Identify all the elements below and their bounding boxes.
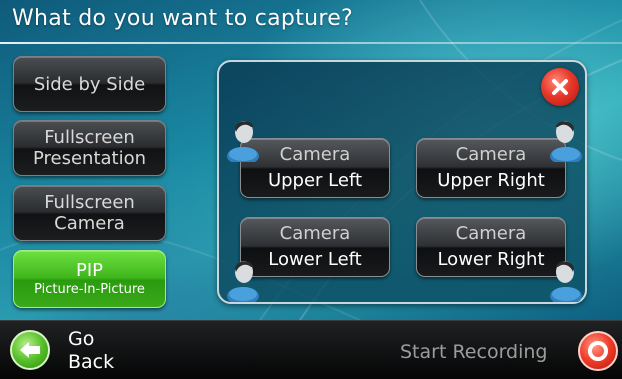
- pip-position-label: Upper Right: [437, 170, 545, 191]
- start-recording-label[interactable]: Start Recording: [400, 341, 547, 363]
- go-back-label[interactable]: Go Back: [68, 328, 114, 374]
- person-icon: [550, 261, 582, 302]
- pip-upper-left-button[interactable]: Camera Upper Left: [240, 138, 390, 198]
- close-button[interactable]: [541, 68, 579, 106]
- mode-pip-button[interactable]: PIP Picture-In-Picture: [13, 250, 166, 308]
- pip-upper-right-button[interactable]: Camera Upper Right: [416, 138, 566, 198]
- pip-label: Camera: [455, 223, 527, 244]
- title-divider: [0, 42, 622, 44]
- page-title: What do you want to capture?: [12, 6, 354, 31]
- mode-label: Fullscreen: [44, 192, 135, 213]
- close-icon: [552, 79, 568, 95]
- mode-sublabel: Presentation: [32, 148, 147, 169]
- person-icon: [227, 121, 259, 162]
- record-icon: [588, 341, 608, 361]
- pip-lower-left-button[interactable]: Camera Lower Left: [240, 217, 390, 277]
- mode-side-by-side-button[interactable]: Side by Side: [13, 56, 166, 112]
- pip-position-label: Upper Left: [267, 170, 363, 191]
- mode-fullscreen-camera-button[interactable]: Fullscreen Camera: [13, 185, 166, 241]
- pip-position-label: Lower Left: [268, 249, 362, 270]
- pip-label: Camera: [279, 144, 351, 165]
- pip-position-label: Lower Right: [437, 249, 545, 270]
- mode-sublabel: Picture-In-Picture: [34, 281, 145, 297]
- mode-fullscreen-presentation-button[interactable]: Fullscreen Presentation: [13, 120, 166, 176]
- person-icon: [227, 261, 259, 302]
- start-recording-button[interactable]: [578, 331, 618, 371]
- pip-label: Camera: [455, 144, 527, 165]
- go-back-line2: Back: [68, 351, 115, 373]
- pip-label: Camera: [279, 223, 351, 244]
- mode-sublabel: Camera: [54, 213, 125, 234]
- mode-label: Side by Side: [33, 73, 146, 95]
- back-arrow-icon: [20, 342, 40, 358]
- mode-label: Fullscreen: [44, 127, 135, 148]
- go-back-line1: Go: [68, 328, 95, 350]
- go-back-button[interactable]: [10, 330, 50, 370]
- person-icon: [550, 121, 582, 162]
- mode-label: PIP: [75, 259, 104, 281]
- pip-lower-right-button[interactable]: Camera Lower Right: [416, 217, 566, 277]
